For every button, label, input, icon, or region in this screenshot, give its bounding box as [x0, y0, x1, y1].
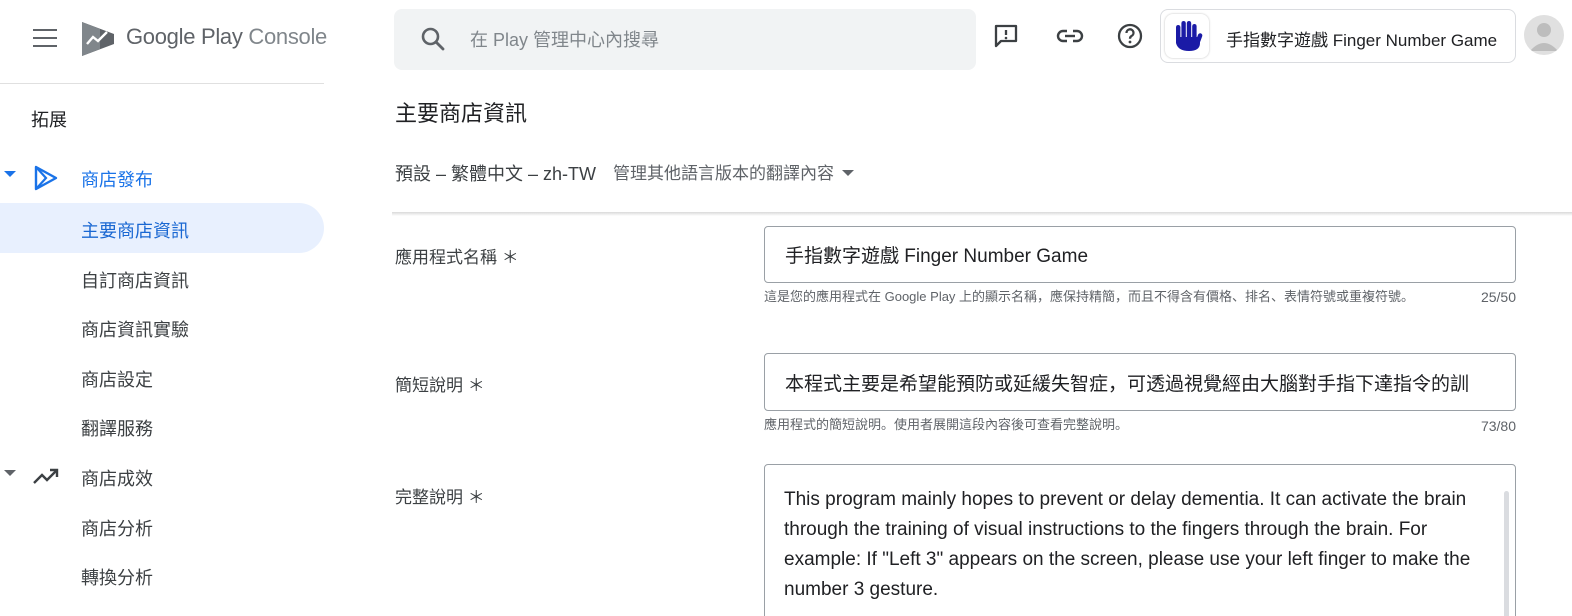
brand-header: Google Play Console [0, 0, 327, 84]
sidebar-item-translation-service[interactable]: 翻譯服務 [0, 401, 324, 451]
sidebar-item-label: 主要商店資訊 [81, 221, 189, 241]
brand-title[interactable]: Google Play Console [126, 24, 327, 50]
manage-translations-dropdown[interactable]: 管理其他語言版本的翻譯內容 [613, 159, 854, 184]
brand-console: Console [248, 24, 327, 49]
nav-group-label: 商店成效 [81, 469, 153, 489]
brand-google-play: Google Play [126, 24, 243, 49]
page-title: 主要商店資訊 [395, 101, 528, 126]
sidebar-item-label: 商店分析 [81, 519, 153, 539]
nav-group-label: 商店發布 [81, 170, 153, 190]
manage-translations-label: 管理其他語言版本的翻譯內容 [613, 164, 834, 183]
feedback-icon [994, 24, 1018, 48]
sidebar-item-label: 翻譯服務 [81, 419, 153, 439]
search-input[interactable] [470, 23, 950, 57]
sidebar-item-label: 轉換分析 [81, 568, 153, 588]
caret-down-icon[interactable] [4, 470, 16, 476]
sidebar-item-main-store-listing[interactable]: 主要商店資訊 [0, 203, 324, 253]
account-icon [1530, 23, 1558, 51]
app-name-field-box[interactable] [764, 226, 1516, 283]
sidebar-item-store-analysis[interactable]: 商店分析 [0, 501, 324, 551]
full-description-field[interactable]: This program mainly hopes to prevent or … [764, 464, 1516, 616]
app-name-label: 應用程式名稱 ＊ [395, 248, 519, 267]
full-description-label: 完整說明 ＊ [395, 488, 485, 507]
play-triangle-icon [34, 165, 58, 191]
full-description-text[interactable]: This program mainly hopes to prevent or … [784, 485, 1474, 605]
nav-group-store-performance[interactable]: 商店成效 [0, 451, 324, 501]
feedback-button[interactable] [990, 20, 1022, 52]
sidebar-item-label: 自訂商店資訊 [81, 271, 189, 291]
dropdown-arrow-icon [842, 169, 854, 176]
copy-link-button[interactable] [1054, 20, 1086, 52]
help-icon [1117, 23, 1143, 49]
search-bar[interactable] [394, 9, 976, 70]
link-icon [1056, 29, 1084, 43]
app-selector[interactable]: 手指數字遊戲 Finger Number Game [1160, 9, 1516, 63]
sidebar-item-label: 商店設定 [81, 370, 153, 390]
play-console-logo-icon[interactable] [80, 20, 116, 58]
hand-icon [1176, 21, 1203, 51]
sidebar-item-custom-store-listing[interactable]: 自訂商店資訊 [0, 253, 324, 303]
menu-icon[interactable] [33, 29, 57, 47]
app-name: 手指數字遊戲 Finger Number Game [1226, 31, 1498, 50]
sidebar: Google Play Console 拓展 商店發布 主要商店資訊 自訂商店資… [0, 0, 327, 616]
nav-section-title: 拓展 [31, 110, 67, 130]
nav-group-store-presence[interactable]: 商店發布 [0, 152, 324, 202]
short-description-label: 簡短說明 ＊ [395, 376, 485, 395]
sidebar-item-label: 商店資訊實驗 [81, 320, 189, 340]
textarea-scrollbar[interactable] [1504, 491, 1509, 616]
help-button[interactable] [1114, 20, 1146, 52]
search-icon[interactable] [420, 26, 446, 52]
app-name-field[interactable] [765, 227, 1515, 282]
app-name-counter: 25/50 [1480, 289, 1516, 305]
avatar[interactable] [1524, 15, 1564, 55]
caret-down-icon[interactable] [4, 171, 16, 177]
short-description-field-box[interactable] [764, 353, 1516, 411]
trending-up-icon [33, 468, 59, 484]
app-name-helper: 這是您的應用程式在 Google Play 上的顯示名稱，應保持精簡，而且不得含… [764, 289, 1415, 304]
app-icon [1165, 14, 1209, 58]
sidebar-item-conversion-analysis[interactable]: 轉換分析 [0, 550, 324, 600]
header-divider [392, 212, 1572, 216]
short-description-counter: 73/80 [1480, 418, 1516, 434]
short-description-helper: 應用程式的簡短說明。使用者展開這段內容後可查看完整說明。 [764, 417, 1129, 432]
sidebar-item-store-listing-experiments[interactable]: 商店資訊實驗 [0, 302, 324, 352]
default-language: 預設 – 繁體中文 – zh-TW [395, 164, 597, 184]
short-description-field[interactable] [765, 354, 1515, 410]
sidebar-item-store-settings[interactable]: 商店設定 [0, 352, 324, 402]
